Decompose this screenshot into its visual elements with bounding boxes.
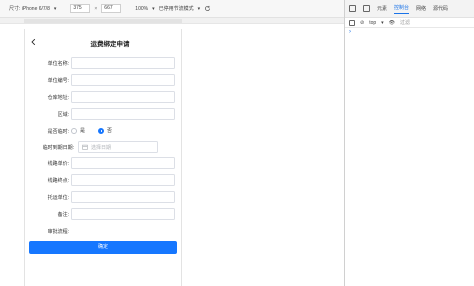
radio-label-yes: 否 xyxy=(107,128,113,134)
radio-unchecked-icon xyxy=(71,127,77,134)
dropdown-arrow-icon[interactable]: ▾ xyxy=(54,6,57,12)
zoom-dropdown-icon[interactable]: ▾ xyxy=(152,6,155,12)
temporary-label: 是否临时: xyxy=(47,129,69,135)
device-toolbar: 尺寸: iPhone 6/7/8 ▾ 375 × 667 100% ▾ 已停用节… xyxy=(0,0,344,18)
ruler-segment xyxy=(24,19,182,23)
devtools-tabs: 元素 控制台 网络 源代码 xyxy=(345,0,474,18)
context-dropdown-icon[interactable]: ▾ xyxy=(381,20,384,26)
inspect-icon[interactable] xyxy=(349,5,356,12)
unit-name-label: 单位名称: xyxy=(47,61,69,67)
unit-code-input[interactable] xyxy=(71,74,175,86)
tab-elements[interactable]: 元素 xyxy=(377,5,387,12)
unit-code-label: 单位编号: xyxy=(47,78,69,84)
console-toolbar: ⊘ top ▾ 👁 过滤 xyxy=(345,18,474,28)
process-label: 审批流程: xyxy=(47,229,69,235)
media-query-ruler xyxy=(0,18,344,24)
consign-unit-label: 托运单位: xyxy=(47,195,69,201)
route-end-row: 线路终点: xyxy=(24,174,182,187)
sidebar-toggle-icon[interactable] xyxy=(349,19,355,26)
eye-icon[interactable]: 👁 xyxy=(389,20,395,26)
unit-name-input[interactable] xyxy=(71,57,175,69)
remark-row: 备注: xyxy=(24,208,182,221)
times-symbol: × xyxy=(94,5,98,12)
radio-option-no[interactable]: 是 xyxy=(71,127,85,134)
radio-checked-icon xyxy=(98,127,104,134)
tab-console[interactable]: 控制台 xyxy=(394,4,410,14)
context-select[interactable]: top xyxy=(369,20,376,26)
device-toggle-icon[interactable] xyxy=(363,5,370,12)
page-title: 运费绑定申请 xyxy=(90,41,130,48)
warehouse-input[interactable] xyxy=(71,91,175,103)
temporary-row: 是否临时: 是 否 xyxy=(24,125,182,138)
route-unit-row: 线路单价: xyxy=(24,157,182,170)
submit-button[interactable]: 确定 xyxy=(29,241,177,254)
devtools-panel: 元素 控制台 网络 源代码 ⊘ top ▾ 👁 过滤 › xyxy=(344,0,474,286)
warehouse-label: 仓库地址: xyxy=(47,95,69,101)
throttle-dropdown-icon[interactable]: ▾ xyxy=(198,6,201,12)
radio-label-no: 是 xyxy=(80,128,86,134)
date-picker-input[interactable]: 选择日期 xyxy=(78,141,158,153)
tab-sources[interactable]: 源代码 xyxy=(433,5,448,12)
width-input[interactable]: 375 xyxy=(70,4,91,13)
radio-option-yes[interactable]: 否 xyxy=(98,127,112,134)
region-input[interactable] xyxy=(71,108,175,120)
route-unit-input[interactable] xyxy=(71,157,175,169)
warehouse-row: 仓库地址: xyxy=(24,91,182,104)
route-end-input[interactable] xyxy=(71,174,175,186)
unit-code-row: 单位编号: xyxy=(24,74,182,87)
temp-date-label: 临时到期日期: xyxy=(42,145,74,151)
rotate-icon[interactable] xyxy=(204,5,211,12)
tab-network[interactable]: 网络 xyxy=(416,5,426,12)
consign-unit-row: 托运单位: xyxy=(24,191,182,204)
zoom-select[interactable]: 100% xyxy=(135,6,148,12)
throttle-select[interactable]: 已停用节流模式 xyxy=(159,5,194,12)
region-label: 区域: xyxy=(57,112,69,118)
date-placeholder: 选择日期 xyxy=(91,144,112,151)
region-row: 区域: xyxy=(24,108,182,121)
clear-console-icon[interactable]: ⊘ xyxy=(360,20,364,26)
temp-date-row: 临时到期日期: 选择日期 xyxy=(24,141,182,154)
filter-input[interactable]: 过滤 xyxy=(400,19,410,26)
chevron-left-icon[interactable] xyxy=(30,38,37,46)
remark-input[interactable] xyxy=(71,208,175,220)
unit-name-row: 单位名称: xyxy=(24,57,182,70)
calendar-icon xyxy=(82,144,88,150)
route-unit-label: 线路单价: xyxy=(47,161,69,167)
height-input[interactable]: 667 xyxy=(101,4,122,13)
process-row: 审批流程: xyxy=(24,225,182,238)
consign-unit-input[interactable] xyxy=(71,191,175,203)
device-select[interactable]: 尺寸: iPhone 6/7/8 xyxy=(9,5,50,12)
remark-label: 备注: xyxy=(57,212,69,218)
route-end-label: 线路终点: xyxy=(47,178,69,184)
console-prompt[interactable]: › xyxy=(345,28,474,37)
